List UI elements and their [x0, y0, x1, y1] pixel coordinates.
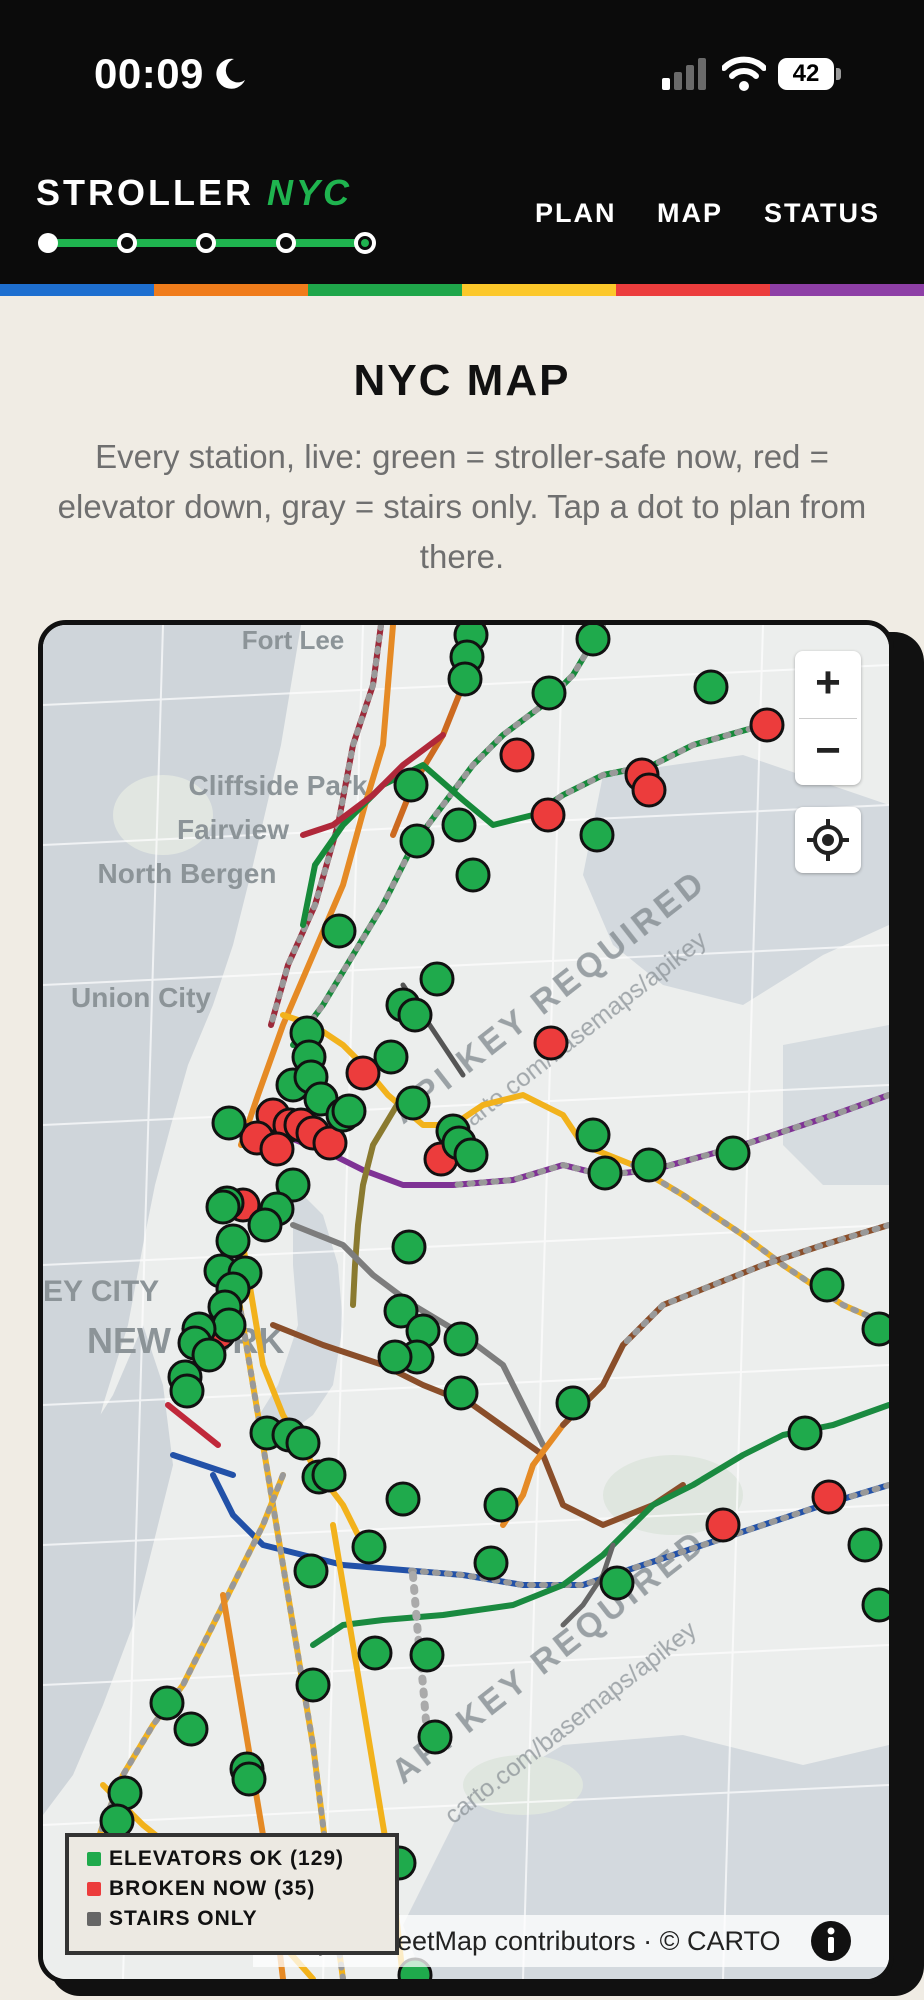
- brand-line-graphic: [38, 232, 376, 254]
- brand-accent: NYC: [267, 172, 353, 213]
- battery-indicator: 42: [778, 58, 842, 92]
- legend-swatch-ok: [87, 1852, 101, 1866]
- crosshair-icon: [807, 819, 849, 861]
- label-jersey-city: EY CITY: [43, 1275, 159, 1308]
- legend-stairs-label: STAIRS ONLY: [109, 1907, 258, 1930]
- battery-level: 42: [792, 60, 820, 87]
- zoom-out-button[interactable]: −: [795, 719, 861, 785]
- legend-stairs: STAIRS ONLY: [87, 1907, 395, 1937]
- moon-icon: [216, 58, 245, 89]
- label-fort-lee: Fort Lee: [242, 625, 345, 655]
- nav-plan[interactable]: PLAN: [535, 198, 617, 229]
- legend-swatch-stairs: [87, 1912, 101, 1926]
- label-north-bergen: North Bergen: [98, 858, 277, 889]
- locate-button[interactable]: [795, 807, 861, 873]
- zoom-in-button[interactable]: +: [795, 651, 861, 717]
- legend-ok-label: ELEVATORS OK (129): [109, 1847, 345, 1870]
- map-view[interactable]: Fort Lee Cliffside Park Fairview North B…: [38, 620, 894, 1984]
- cellular-signal-icon: [662, 58, 706, 90]
- wifi-icon: [722, 56, 766, 91]
- nav-status[interactable]: STATUS: [764, 198, 880, 229]
- map-legend: ELEVATORS OK (129) BROKEN NOW (35) STAIR…: [65, 1833, 399, 1955]
- label-union-city: Union City: [71, 982, 211, 1013]
- page-title: NYC MAP: [353, 356, 571, 405]
- map-canvas[interactable]: Fort Lee Cliffside Park Fairview North B…: [43, 625, 889, 1979]
- brand-logo[interactable]: STROLLER NYC: [36, 172, 352, 214]
- nav-map[interactable]: MAP: [657, 198, 723, 229]
- info-icon[interactable]: [809, 1919, 853, 1963]
- rainbow-stripe: [0, 284, 924, 296]
- legend-swatch-broken: [87, 1882, 101, 1896]
- page-description: Every station, live: green = stroller-sa…: [57, 438, 867, 575]
- app-header: 00:09 42 STROLLER NYC PLAN MAP STATUS: [0, 0, 924, 284]
- status-time: 00:09: [94, 50, 204, 97]
- legend-broken-label: BROKEN NOW (35): [109, 1877, 316, 1900]
- brand-main: STROLLER: [36, 172, 254, 213]
- zoom-controls: + −: [795, 651, 861, 785]
- legend-broken: BROKEN NOW (35): [87, 1877, 395, 1907]
- label-fairview: Fairview: [177, 814, 289, 845]
- legend-ok: ELEVATORS OK (129): [87, 1847, 395, 1877]
